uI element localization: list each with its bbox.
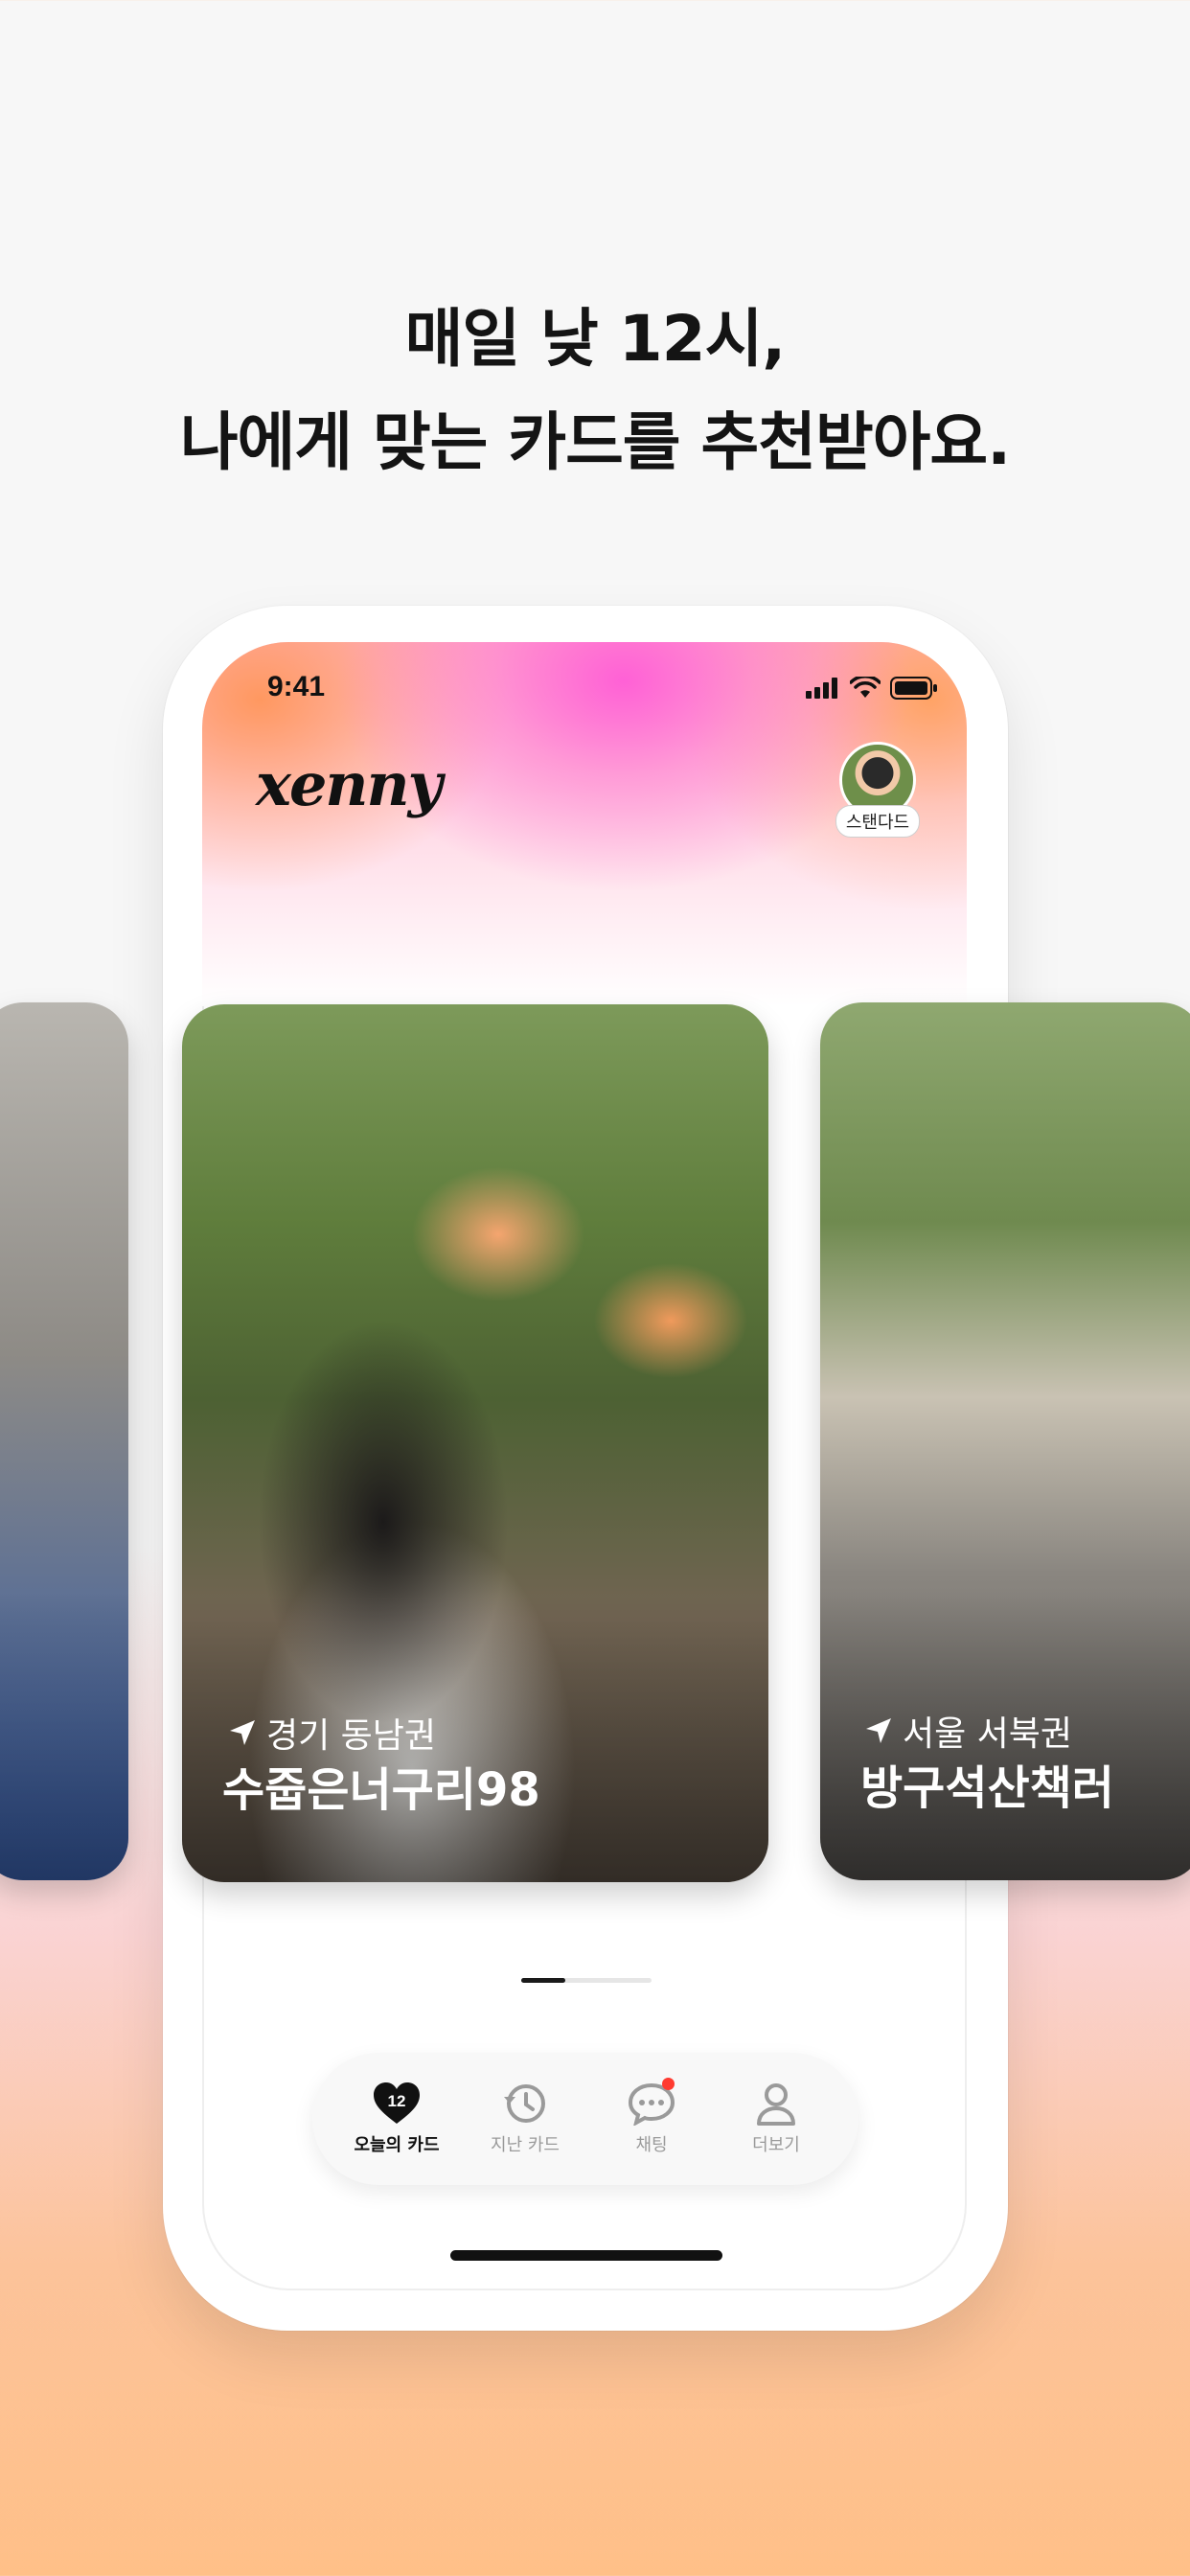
tab-chat[interactable]: 채팅 [594, 2078, 709, 2156]
card-location-label: 경기 동남권 [266, 1716, 437, 1756]
card-location: 경기 동남권 [228, 1708, 436, 1758]
tab-today-cards[interactable]: 12 오늘의 카드 [339, 2082, 454, 2156]
card-nickname: 수줍은너구리98 [222, 1763, 540, 1817]
cellular-signal-icon [806, 678, 837, 699]
card-location-label: 서울 서북권 [903, 1714, 1073, 1754]
card-shade [0, 1593, 128, 1880]
status-icons [806, 677, 938, 700]
history-icon [500, 2082, 550, 2126]
card-location: 서울 서북권 [864, 1706, 1072, 1756]
person-icon [751, 2082, 801, 2126]
app-logo: xenny [256, 749, 443, 819]
tab-label: 오늘의 카드 [354, 2135, 440, 2155]
chat-bubble-icon [627, 2078, 676, 2127]
status-time: 9:41 [267, 671, 326, 702]
profile-card-next[interactable]: 서울 서북권 방구석산책러 [820, 1002, 1190, 1880]
location-arrow-icon [230, 1720, 255, 1745]
tab-label: 더보기 [752, 2135, 800, 2155]
tab-label: 채팅 [635, 2135, 668, 2155]
tab-label: 지난 카드 [491, 2135, 560, 2155]
headline-line-2: 나에게 맞는 카드를 추천받아요. [179, 405, 1011, 479]
new-message-dot [662, 2078, 675, 2090]
bottom-tab-bar: 12 오늘의 카드 지난 카드 채팅 더보기 [312, 2053, 858, 2185]
membership-badge: 스탠다드 [835, 805, 921, 838]
tab-more[interactable]: 더보기 [719, 2082, 834, 2156]
marketing-headline: 매일 낮 12시, 나에게 맞는 카드를 추천받아요. [0, 288, 1190, 494]
pager-active-indicator [521, 1978, 565, 1983]
profile-card-current[interactable]: 경기 동남권 수줍은너구리98 [182, 1004, 768, 1882]
profile-button[interactable]: 스탠다드 [835, 742, 921, 851]
card-nickname: 방구석산책러 [860, 1761, 1114, 1815]
today-count-badge: 12 [388, 2092, 406, 2110]
location-arrow-icon [866, 1718, 891, 1743]
heart-icon: 12 [372, 2082, 422, 2126]
headline-line-1: 매일 낮 12시, [404, 302, 787, 376]
battery-icon [890, 677, 937, 700]
profile-card-previous[interactable] [0, 1002, 128, 1880]
tab-past-cards[interactable]: 지난 카드 [468, 2082, 583, 2156]
card-pager [521, 1978, 652, 1983]
wifi-icon [850, 677, 881, 698]
home-indicator [450, 2250, 722, 2261]
